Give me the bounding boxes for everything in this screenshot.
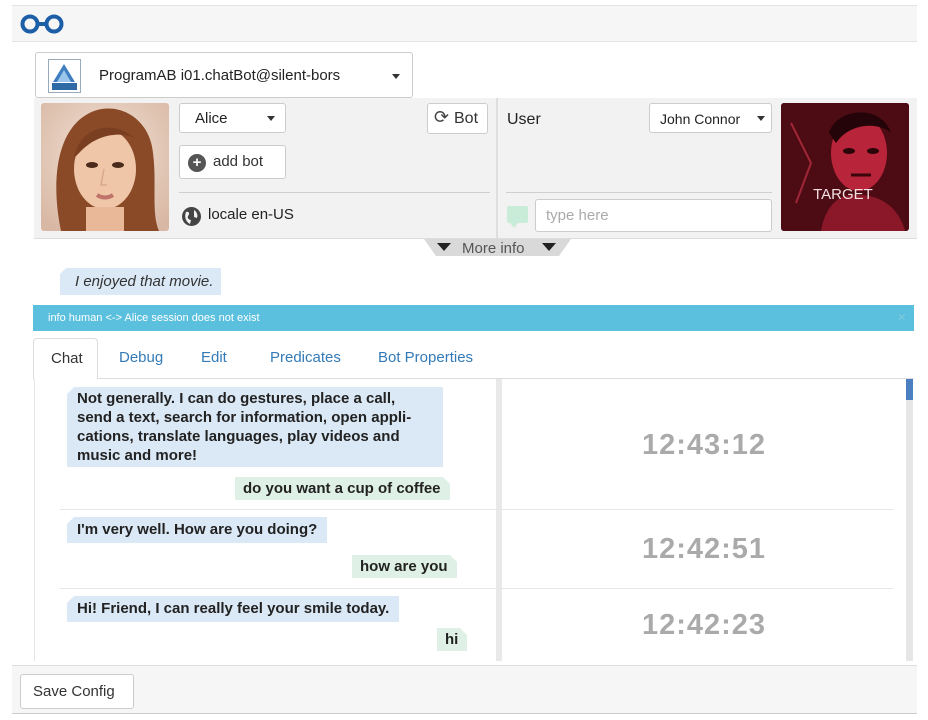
save-config-label: Save Config <box>33 683 115 700</box>
user-select[interactable]: John Connor <box>649 103 772 133</box>
chevron-down-icon <box>757 116 765 121</box>
speech-bubble-icon <box>507 206 528 228</box>
bot-avatar <box>41 103 169 231</box>
alice-badge-icon <box>48 59 81 93</box>
message-timestamp: 12:43:12 <box>641 429 767 461</box>
last-response-bubble: I enjoyed that movie. <box>58 268 222 295</box>
close-icon[interactable]: × <box>897 309 906 326</box>
tab-edit[interactable]: Edit <box>201 338 227 379</box>
service-select[interactable]: ProgramAB i01.chatBot@silent-bors <box>35 52 413 98</box>
add-bot-button[interactable]: + add bot <box>179 145 286 179</box>
add-bot-label: add bot <box>213 153 264 170</box>
bot-user-panel: Alice + add bot ⟳ Bot locale en-US User … <box>34 98 917 239</box>
tab-bar: Chat Debug Edit Predicates Bot Propertie… <box>33 338 914 380</box>
caret-down-icon <box>542 243 556 251</box>
user-select-value: John Connor <box>660 111 741 127</box>
chevron-down-icon <box>392 74 400 79</box>
divider <box>506 192 772 193</box>
scrollbar[interactable] <box>906 379 913 661</box>
refresh-bot-button[interactable]: ⟳ Bot <box>427 103 488 134</box>
more-info-label: More info <box>462 240 525 257</box>
footer-bar: Save Config <box>12 665 917 714</box>
plus-circle-icon: + <box>188 154 206 172</box>
bot-message: I'm very well. How are you doing? <box>67 517 328 543</box>
user-photo-caption: TARGET <box>813 186 873 203</box>
top-bar <box>12 5 917 42</box>
divider <box>179 192 490 193</box>
bot-select[interactable]: Alice <box>179 103 286 133</box>
refresh-icon: ⟳ <box>434 107 450 127</box>
user-message: how are you <box>352 555 457 578</box>
bot-message: Hi! Friend, I can really feel your smile… <box>67 596 400 622</box>
info-alert: info human <-> Alice session does not ex… <box>33 305 914 331</box>
more-info-toggle[interactable]: More info <box>424 239 571 257</box>
user-avatar: TARGET <box>781 103 909 231</box>
tab-bot-properties[interactable]: Bot Properties <box>378 338 473 379</box>
save-config-button[interactable]: Save Config <box>20 674 134 709</box>
alert-text: info human <-> Alice session does not ex… <box>48 312 260 324</box>
chat-log[interactable]: Not generally. I can do gestures, place … <box>34 379 913 661</box>
user-message: do you want a cup of coffee <box>235 477 450 500</box>
bot-message: Not generally. I can do gestures, place … <box>67 387 443 467</box>
row-divider <box>60 588 893 589</box>
bot-select-value: Alice <box>195 110 228 127</box>
tab-predicates[interactable]: Predicates <box>270 338 341 379</box>
caret-down-icon <box>437 243 451 251</box>
tab-chat[interactable]: Chat <box>33 338 98 380</box>
message-timestamp: 12:42:23 <box>641 609 767 641</box>
scrollbar-thumb[interactable] <box>906 379 913 400</box>
message-timestamp: 12:42:51 <box>641 533 767 565</box>
tab-debug[interactable]: Debug <box>119 338 163 379</box>
user-message: hi <box>437 628 468 651</box>
globe-icon <box>182 207 201 226</box>
locale-label: locale en-US <box>208 206 294 223</box>
infinity-logo-icon[interactable] <box>19 13 65 40</box>
chat-input[interactable] <box>535 199 772 232</box>
column-divider <box>496 98 498 238</box>
service-label: ProgramAB i01.chatBot@silent-bors <box>99 67 341 84</box>
chevron-down-icon <box>267 116 275 121</box>
row-divider <box>60 509 893 510</box>
user-label: User <box>507 111 541 128</box>
bot-button-label: Bot <box>454 110 479 127</box>
